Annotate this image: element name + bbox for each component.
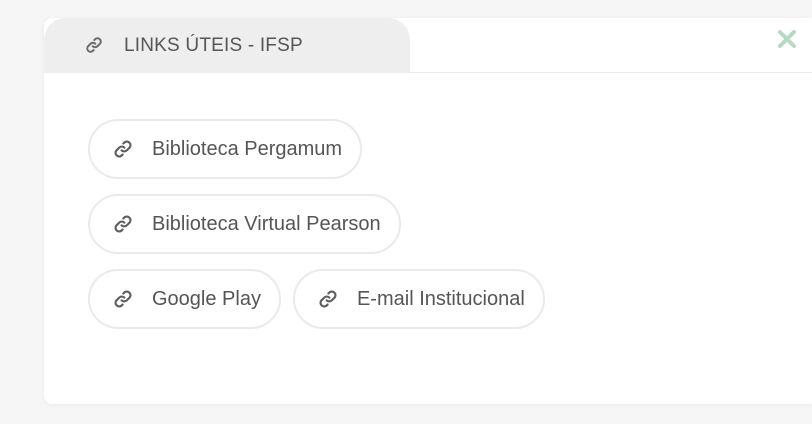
close-icon [778,30,796,48]
panel-header: LINKS ÚTEIS - IFSP [44,18,812,73]
link-label: Biblioteca Pergamum [152,137,343,160]
links-row: Biblioteca Virtual Pearson [88,194,728,254]
tab-links-uteis[interactable]: LINKS ÚTEIS - IFSP [44,18,410,73]
link-icon [112,138,134,160]
link-biblioteca-virtual-pearson[interactable]: Biblioteca Virtual Pearson [88,194,401,254]
link-icon [317,288,339,310]
useful-links-panel: LINKS ÚTEIS - IFSP Biblioteca Pergamum B… [44,18,812,404]
links-list: Biblioteca Pergamum Biblioteca Virtual P… [88,119,728,344]
links-row: Biblioteca Pergamum [88,119,728,179]
link-biblioteca-pergamum[interactable]: Biblioteca Pergamum [88,119,363,179]
link-icon [84,35,104,55]
link-google-play[interactable]: Google Play [88,269,281,329]
tab-title: LINKS ÚTEIS - IFSP [124,34,303,56]
link-icon [112,288,134,310]
link-label: Google Play [152,287,261,310]
link-label: E-mail Institucional [356,287,525,310]
close-button[interactable] [774,26,800,52]
link-label: Biblioteca Virtual Pearson [152,212,381,235]
links-row: Google Play E-mail Institucional [88,269,728,329]
link-email-institucional[interactable]: E-mail Institucional [292,269,545,329]
link-icon [112,213,134,235]
